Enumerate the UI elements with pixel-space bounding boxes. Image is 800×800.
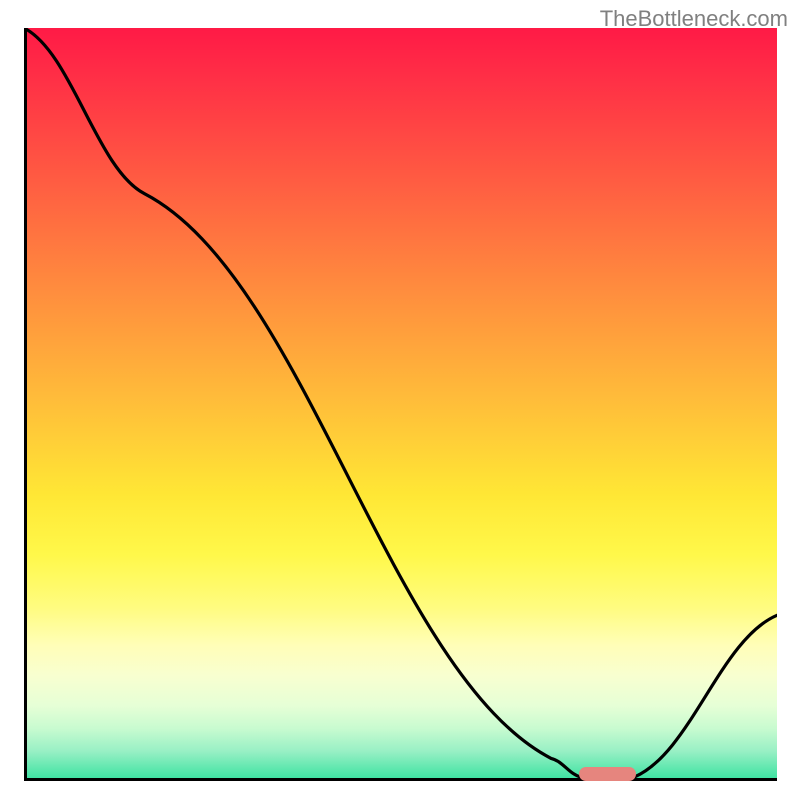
curve-path: [24, 28, 777, 777]
bottleneck-curve: [24, 28, 777, 781]
optimal-marker: [579, 767, 636, 781]
plot-area: [24, 28, 777, 781]
chart-container: TheBottleneck.com: [0, 0, 800, 800]
attribution-text: TheBottleneck.com: [600, 6, 788, 32]
